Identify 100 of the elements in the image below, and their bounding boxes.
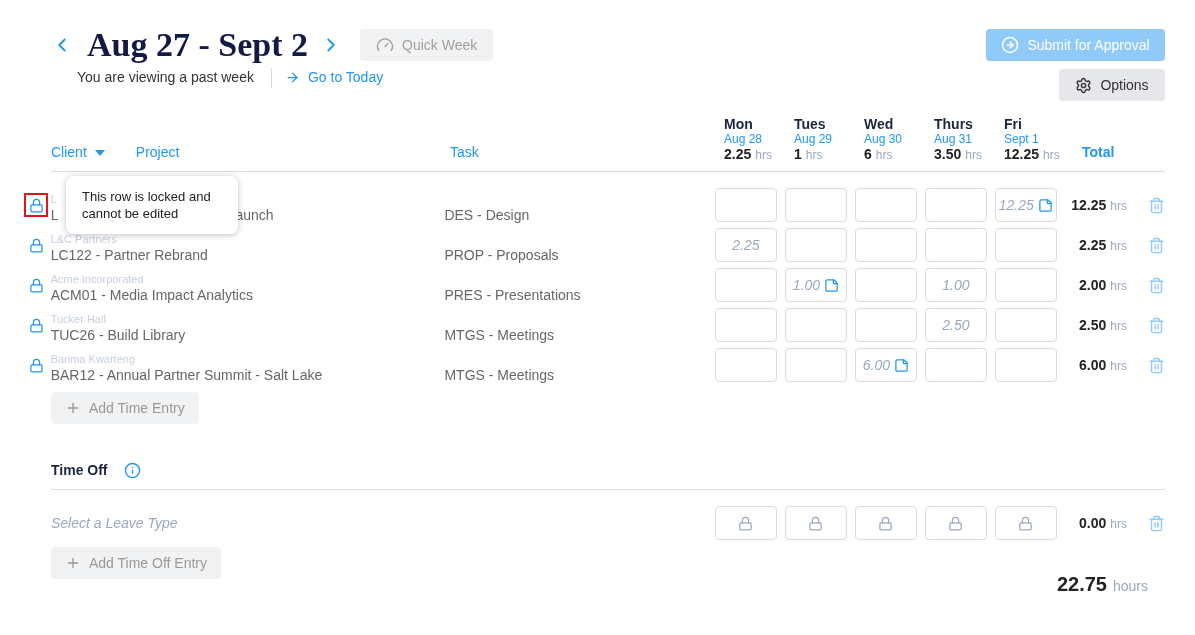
hours-field[interactable] [714, 268, 777, 302]
hours-field[interactable] [714, 308, 777, 342]
client-name: Acme Incorporated [50, 272, 144, 287]
hours-field[interactable] [854, 228, 917, 262]
delete-icon[interactable] [1148, 276, 1165, 294]
hours-value: 2.50 [942, 315, 970, 335]
hours-field[interactable] [994, 506, 1057, 540]
hours-field[interactable] [924, 348, 987, 382]
highlighted-lock-icon[interactable] [24, 193, 48, 217]
hours-field[interactable] [714, 188, 777, 222]
hours-field[interactable] [784, 228, 847, 262]
day-date: Aug 31 [934, 132, 974, 147]
hours-field[interactable]: 1.00 [784, 268, 847, 302]
delete-icon[interactable] [1148, 514, 1165, 532]
hours-field[interactable]: 12.25 [994, 188, 1057, 222]
task-name: PRES - Presentations [444, 285, 582, 305]
task-name: MTGS - Meetings [444, 325, 556, 345]
grand-total-unit: hours [1112, 577, 1148, 596]
hours-field[interactable]: 2.50 [924, 308, 987, 342]
project-column-header[interactable]: Project [135, 142, 180, 163]
day-name: Thurs [934, 117, 974, 132]
delete-icon[interactable] [1148, 236, 1165, 254]
note-icon[interactable] [823, 277, 839, 293]
row-total: 0.00 [1079, 513, 1107, 533]
day-hours: 1 [794, 147, 802, 162]
day-hours: 12.25 [1004, 147, 1040, 162]
hours-field[interactable] [714, 506, 777, 540]
hours-unit: hrs [965, 148, 982, 163]
hours-field[interactable]: 6.00 [854, 348, 917, 382]
hours-unit: hrs [875, 148, 893, 163]
client-name: L&C Partners [50, 232, 117, 247]
add-time-off-button[interactable]: Add Time Off Entry [51, 547, 221, 579]
hours-value: 12.25 [998, 195, 1034, 215]
project-name: LC122 - Partner Rebrand [50, 247, 208, 263]
hours-unit: hrs [1110, 277, 1127, 295]
hours-field[interactable] [994, 308, 1057, 342]
day-name: Mon [724, 117, 754, 132]
options-button[interactable]: Options [1059, 69, 1165, 101]
hours-field[interactable] [854, 506, 917, 540]
hours-unit: hrs [1110, 197, 1127, 215]
gauge-icon [376, 36, 395, 54]
hours-field[interactable] [994, 348, 1057, 382]
arrow-circle-icon [1001, 36, 1020, 54]
caret-icon[interactable] [94, 149, 105, 156]
hours-unit: hrs [1110, 515, 1127, 533]
add-time-entry-button[interactable]: Add Time Entry [51, 392, 199, 424]
hours-field[interactable]: 2.25 [714, 228, 777, 262]
hours-unit: hrs [755, 148, 772, 163]
project-name: L [50, 207, 59, 223]
day-name: Tues [794, 117, 827, 132]
hours-field[interactable] [854, 308, 917, 342]
arrow-right-icon [284, 70, 300, 85]
row-total: 12.25 [1071, 195, 1107, 215]
hours-field[interactable] [924, 188, 987, 222]
row-total: 2.00 [1079, 275, 1107, 295]
day-hours: 6 [864, 147, 872, 162]
day-name: Wed [864, 117, 895, 132]
delete-icon[interactable] [1148, 316, 1165, 334]
task-column-header[interactable]: Task [450, 144, 479, 160]
hours-field[interactable] [924, 506, 987, 540]
hours-unit: hrs [1043, 148, 1060, 163]
project-name: BAR12 - Annual Partner Summit - Salt Lake [50, 367, 323, 383]
task-name: MTGS - Meetings [444, 365, 556, 385]
hours-field[interactable] [784, 506, 847, 540]
day-hours: 3.50 [934, 147, 962, 162]
day-date: Aug 30 [864, 132, 904, 147]
delete-icon[interactable] [1148, 356, 1165, 374]
note-icon[interactable] [893, 357, 909, 373]
leave-type-field[interactable]: Select a Leave Type [51, 512, 715, 534]
task-name: DES - Design [444, 205, 531, 225]
past-week-notice: You are viewing a past week [77, 68, 255, 87]
project-name: TUC26 - Build Library [50, 327, 186, 343]
row-total: 6.00 [1079, 355, 1107, 375]
hours-unit: hrs [805, 148, 823, 163]
row-total: 2.25 [1079, 235, 1107, 255]
hours-unit: hrs [1110, 237, 1127, 255]
day-date: Sept 1 [1004, 132, 1040, 147]
hours-unit: hrs [1110, 317, 1127, 335]
hours-field[interactable]: 1.00 [924, 268, 987, 302]
hours-field[interactable] [784, 188, 847, 222]
hours-field[interactable] [784, 308, 847, 342]
client-column-header[interactable]: Client [51, 142, 87, 163]
info-icon[interactable] [123, 462, 141, 479]
hours-field[interactable] [854, 268, 917, 302]
hours-value: 1.00 [792, 275, 820, 295]
hours-field[interactable] [994, 268, 1057, 302]
note-icon[interactable] [1037, 197, 1053, 213]
hours-field[interactable] [854, 188, 917, 222]
hours-field[interactable] [924, 228, 987, 262]
day-name: Fri [1004, 117, 1023, 132]
delete-icon[interactable] [1148, 196, 1165, 214]
plus-icon [65, 555, 81, 571]
hours-field[interactable] [994, 228, 1057, 262]
hours-value: 1.00 [942, 275, 970, 295]
week-title: Aug 27 - Sept 2 [87, 29, 309, 61]
hours-field[interactable] [714, 348, 777, 382]
settings-icon [1075, 76, 1093, 94]
hours-field[interactable] [784, 348, 847, 382]
tooltip: This row is locked and cannot be edited [66, 176, 238, 234]
go-to-today-link[interactable]: Go to Today [284, 67, 384, 88]
